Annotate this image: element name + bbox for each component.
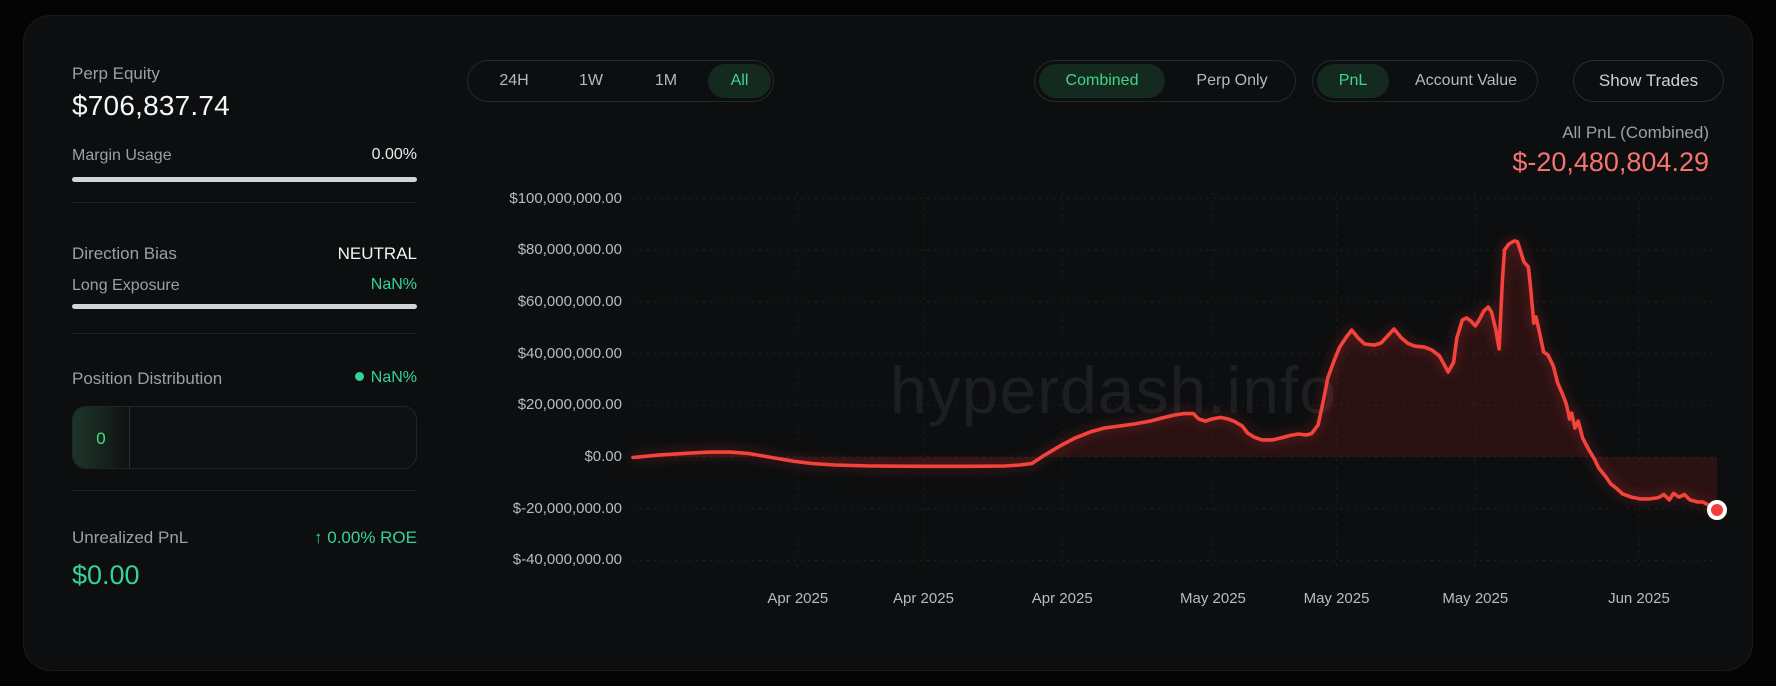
view-segment: PnL Account Value (1312, 60, 1538, 102)
position-distribution-label: Position Distribution (72, 369, 222, 389)
long-exposure-value: NaN% (217, 276, 417, 294)
chart-pnl-value: $-20,480,804.29 (1309, 147, 1709, 178)
margin-usage-value: 0.00% (217, 146, 417, 164)
chart-title: All PnL (Combined) (1409, 123, 1709, 143)
unrealized-roe: ↑ 0.00% ROE (217, 528, 417, 548)
long-exposure-label: Long Exposure (72, 277, 180, 295)
divider (72, 490, 417, 491)
position-segment: 0 (73, 407, 130, 469)
status-dot-icon (355, 372, 364, 381)
dashboard-card: Perp Equity $706,837.74 Margin Usage 0.0… (23, 15, 1753, 671)
mode-combined[interactable]: Combined (1039, 64, 1165, 98)
long-exposure-bar (72, 304, 417, 309)
mode-segment: Combined Perp Only (1034, 60, 1296, 102)
time-range-24h[interactable]: 24H (484, 72, 544, 90)
perp-equity-value: $706,837.74 (72, 90, 230, 122)
unrealized-pnl-label: Unrealized PnL (72, 528, 188, 548)
divider (72, 202, 417, 203)
unrealized-pnl-value: $0.00 (72, 560, 140, 591)
view-pnl[interactable]: PnL (1317, 64, 1389, 98)
margin-usage-label: Margin Usage (72, 147, 172, 165)
up-arrow-icon: ↑ (314, 528, 323, 547)
show-trades-button[interactable]: Show Trades (1573, 60, 1724, 102)
divider (72, 333, 417, 334)
time-range-1w[interactable]: 1W (563, 72, 619, 90)
mode-perp-only[interactable]: Perp Only (1175, 72, 1289, 90)
time-range-segment: 24H 1W 1M All (467, 60, 774, 102)
position-distribution-value: NaN% (217, 369, 417, 387)
time-range-all[interactable]: All (708, 64, 771, 98)
position-distribution-box[interactable]: 0 (72, 406, 417, 469)
margin-usage-bar (72, 177, 417, 182)
direction-bias-label: Direction Bias (72, 244, 177, 264)
perp-equity-label: Perp Equity (72, 64, 160, 84)
time-range-1m[interactable]: 1M (638, 72, 694, 90)
position-segment-value: 0 (96, 429, 105, 449)
view-account-value[interactable]: Account Value (1399, 72, 1533, 90)
direction-bias-value: NEUTRAL (217, 244, 417, 264)
